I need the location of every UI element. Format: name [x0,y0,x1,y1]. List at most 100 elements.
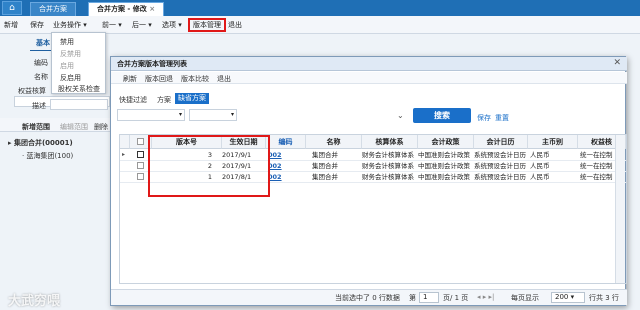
tab-underline [30,50,52,51]
dialog-exit-button[interactable]: 退出 [217,74,231,84]
current-row-icon: ▸ [122,151,126,158]
rollback-button[interactable]: 版本回退 [145,74,173,84]
tab-scheme-edit[interactable]: 合并方案 - 修改 × [88,2,165,16]
menu-item-undisable[interactable]: 反禁用 [60,49,81,59]
row-checkbox[interactable] [137,173,144,180]
page-suffix: 页/ 1 页 [443,294,469,302]
dialog-close-icon[interactable]: ✕ [613,58,621,68]
cell-code[interactable]: 002 [268,172,306,182]
chevron-down-icon: ▾ [118,21,122,29]
cell-name: 集团合并 [312,151,338,159]
pager-nav-icons[interactable]: ◂ ▸ ▸| [477,293,494,301]
tree-root[interactable]: ▸ 集团合并(00001) [8,138,73,148]
chevron-down-icon: ▾ [570,293,575,301]
cell-name: 集团合并 [312,173,338,181]
version-manage-button[interactable]: 版本管理 [188,18,226,32]
edit-scope-button[interactable]: 编辑范围 [60,122,88,132]
cell-currency: 人民币 [530,151,550,159]
chevron-down-icon: ▾ [83,21,87,29]
highlight-box [148,135,270,197]
next-button[interactable]: 后一 ▾ [132,18,152,32]
menu-item-equity-check[interactable]: 股权关系检查 [58,84,100,94]
col-code[interactable]: 编码 [266,135,306,149]
col-name[interactable]: 名称 [306,135,362,149]
chevron-down-icon: ▾ [230,111,234,118]
col-system[interactable]: 核算体系 [362,135,418,149]
options-label: 选项 [162,21,176,29]
menu-item-unenable[interactable]: 反启用 [60,73,81,83]
cell-calendar: 系统预设会计日历 [474,162,526,170]
tab-basic[interactable]: 基本 [36,37,50,50]
cell-code[interactable]: 002 [268,150,306,160]
cell-calendar: 系统预设会计日历 [474,173,526,181]
cell-name: 集团合并 [312,162,338,170]
add-scope-button[interactable]: 新增范围 [22,122,50,132]
select-all-checkbox[interactable] [137,138,144,145]
watermark: 大武穷喂 [8,294,61,309]
per-page-value: 200 [555,293,569,301]
col-calendar[interactable]: 会计日历 [474,135,528,149]
total-count: 行共 3 行 [589,294,619,302]
tab-label: 合并方案 [39,5,67,13]
filter-op-select[interactable]: ▾ [189,109,237,121]
per-page-select[interactable]: 200 ▾ [551,292,585,303]
cell-system: 财务会计核算体系 [362,162,414,170]
expand-icon[interactable]: ⌄ [397,111,404,120]
next-label: 后一 [132,21,146,29]
prev-button[interactable]: 前一 ▾ [102,18,122,32]
delete-scope-button[interactable]: 删除 [94,122,108,132]
pager-bar: 当前选中了 0 行数据 第 1 页/ 1 页 ◂ ▸ ▸| 每页显示 200 ▾… [111,289,627,305]
biz-ops-button[interactable]: 业务操作 ▾ [53,18,87,32]
close-icon[interactable]: × [149,5,155,13]
desc-label: 描述 [32,102,46,110]
cell-currency: 人民币 [530,173,550,181]
reset-filter-link[interactable]: 重置 [495,113,509,123]
tree-root-label: 集团合并(00001) [13,139,73,147]
exit-button[interactable]: 退出 [228,18,242,32]
collapse-icon[interactable]: ▸ [8,139,12,147]
col-policy[interactable]: 会计政策 [418,135,474,149]
name-label: 名称 [34,73,48,81]
version-list-dialog: 合并方案版本管理列表 ✕ 刷新 版本回退 版本比较 退出 快捷过滤 方案 缺省方… [110,56,627,306]
filter-field-select[interactable]: ▾ [117,109,185,121]
search-button[interactable]: 搜索 [413,108,471,123]
refresh-button[interactable]: 刷新 [123,74,137,84]
home-icon[interactable]: ⌂ [2,1,22,15]
page-prefix: 第 [409,294,416,302]
col-currency[interactable]: 主币别 [528,135,578,149]
dialog-title: 合并方案版本管理列表 [111,57,627,71]
compare-button[interactable]: 版本比较 [181,74,209,84]
row-indicator-header [120,135,130,149]
tree-child[interactable]: · 蓝海集团(100) [22,151,73,161]
cell-currency: 人民币 [530,162,550,170]
per-page-label: 每页显示 [511,294,539,302]
save-filter-link[interactable]: 保存 [477,113,491,123]
selected-count: 当前选中了 0 行数据 [335,294,400,302]
tab-scheme-list[interactable]: 合并方案 [30,2,76,16]
code-label: 编码 [34,59,48,67]
cell-system: 财务会计核算体系 [362,173,414,181]
row-checkbox[interactable] [137,162,144,169]
filter-label: 快捷过滤 [119,96,147,104]
save-button[interactable]: 保存 [30,18,44,32]
new-button[interactable]: 新增 [4,18,18,32]
menu-item-enable[interactable]: 启用 [60,61,74,71]
default-scheme-chip[interactable]: 缺省方案 [175,93,209,104]
page-input[interactable]: 1 [419,292,439,303]
scheme-label: 方案 [157,96,171,104]
menu-item-disable[interactable]: 禁用 [60,37,74,47]
prev-label: 前一 [102,21,116,29]
cell-policy: 中国准则会计政策 [418,173,470,181]
cell-policy: 中国准则会计政策 [418,151,470,159]
tree-child-label: 蓝海集团(100) [26,152,74,160]
chevron-down-icon: ▾ [178,111,182,118]
chevron-down-icon: ▾ [148,21,152,29]
options-button[interactable]: 选项 ▾ [162,18,182,32]
cell-policy: 中国准则会计政策 [418,162,470,170]
biz-ops-label: 业务操作 [53,21,81,29]
cell-code[interactable]: 002 [268,161,306,171]
desc-field[interactable] [50,99,108,110]
row-checkbox[interactable] [137,151,144,158]
table-scrollbar[interactable] [615,135,625,283]
cell-calendar: 系统预设会计日历 [474,151,526,159]
